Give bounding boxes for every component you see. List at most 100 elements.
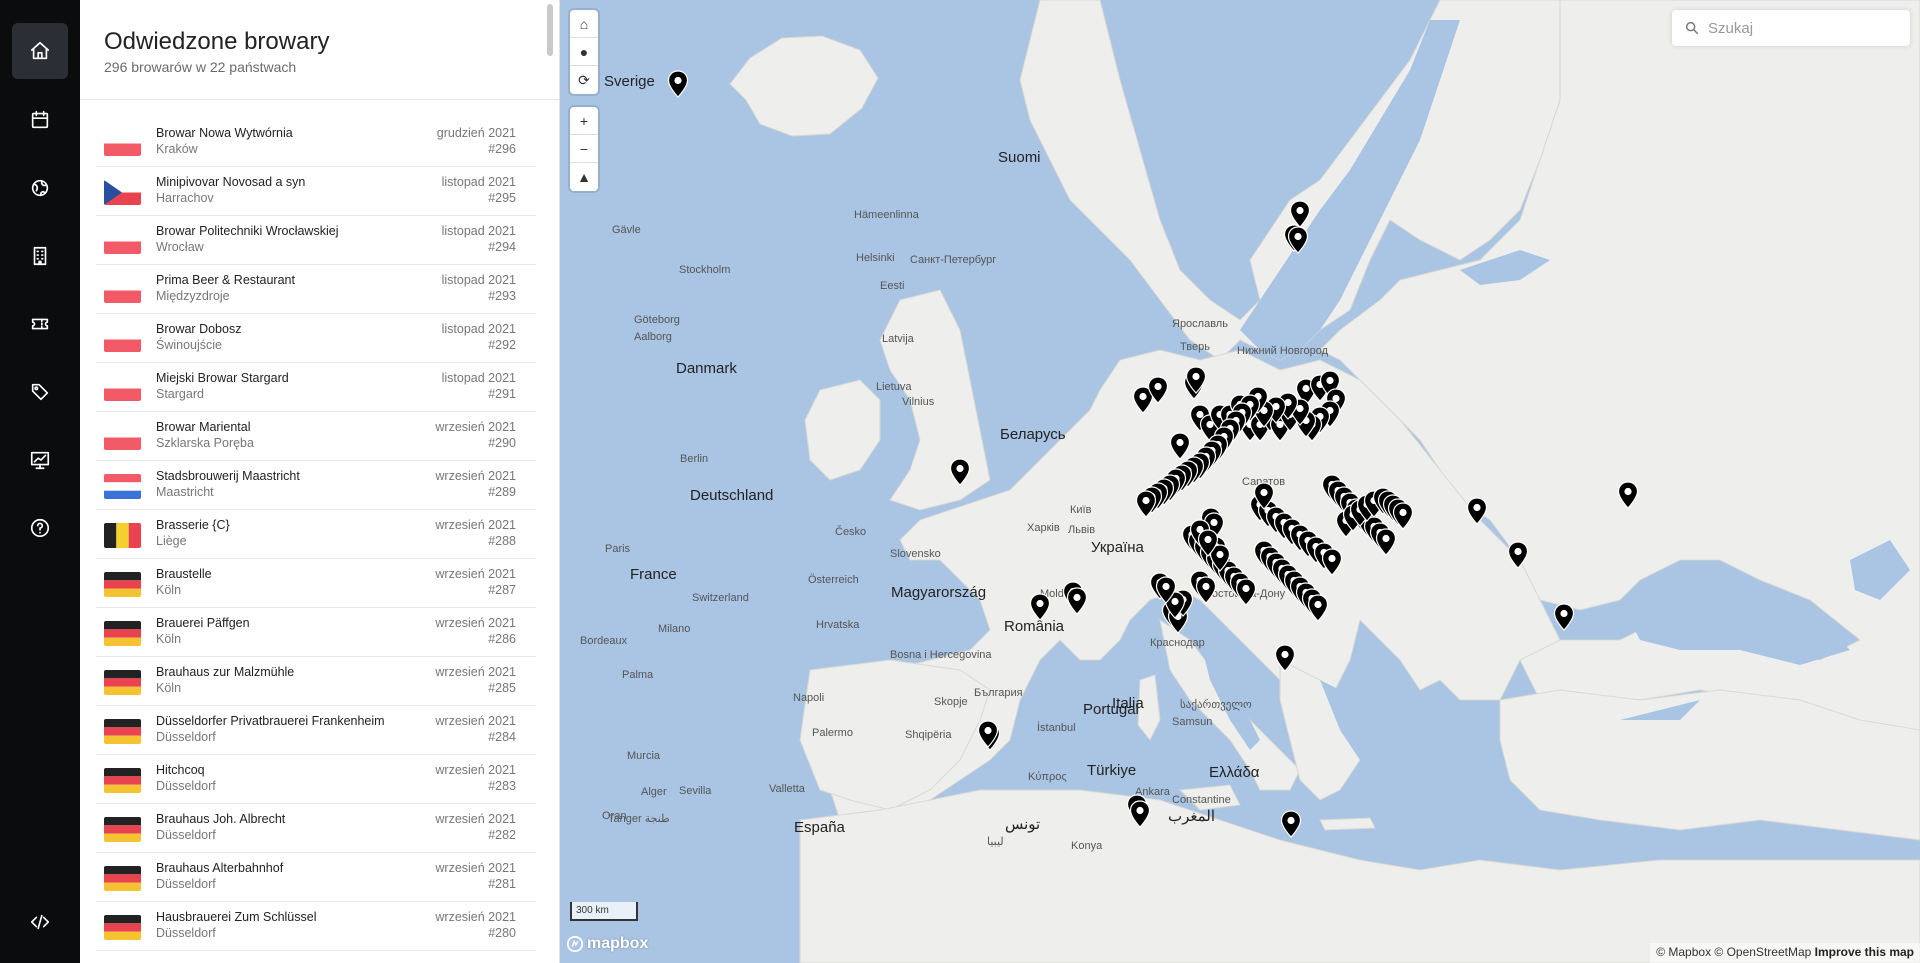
nav-help-button[interactable] (12, 500, 68, 556)
map-pin[interactable] (1135, 490, 1157, 518)
map-pin[interactable] (1235, 578, 1257, 606)
improve-map-link[interactable]: Improve this map (1815, 945, 1914, 959)
flag-icon-de (104, 915, 141, 940)
visit-number: #283 (488, 779, 516, 793)
list-item[interactable]: Brauerei Päffgen Köln wrzesień 2021 #286 (96, 608, 536, 657)
list-item[interactable]: Minipivovar Novosad a syn Harrachov listop… (96, 167, 536, 216)
map-pin[interactable] (1197, 529, 1219, 557)
list-item[interactable]: Düsseldorfer Privatbrauerei Frankenheim D… (96, 706, 536, 755)
map-label: Stockholm (679, 264, 731, 276)
brewery-name: Stadsbrouwerij Maastricht (156, 469, 300, 483)
visit-number: #290 (488, 436, 516, 450)
map-label: Санкт-Петербург (910, 254, 997, 266)
list-item[interactable]: Brauhaus zur Malzmühle Köln wrzesień 2021 #… (96, 657, 536, 706)
map-attribution: © Mapbox © OpenStreetMap Improve this ma… (1650, 943, 1920, 963)
map-pin[interactable] (1147, 376, 1169, 404)
map-label: Bordeaux (580, 635, 628, 647)
map-pin[interactable] (977, 720, 999, 748)
map-pin[interactable] (1155, 576, 1177, 604)
map-pin[interactable] (1253, 482, 1275, 510)
scrollbar[interactable] (547, 4, 553, 56)
map-pin[interactable] (1274, 644, 1296, 672)
map-label: Samsun (1172, 716, 1213, 728)
list-item[interactable]: Miejski Browar Stargard Stargard listopad … (96, 363, 536, 412)
map-basemap (729, 0, 1920, 963)
mapbox-logo[interactable]: mapbox (566, 935, 648, 953)
nav-home-button[interactable] (12, 23, 68, 79)
map-locate-button[interactable]: ● (570, 38, 598, 66)
map-label: Нижний Новгород (1237, 345, 1329, 357)
flag-icon-de (104, 719, 141, 744)
map-label: Беларусь (1000, 426, 1066, 443)
list-item[interactable]: Brasserie {C} Liège wrzesień 2021 #288 (96, 510, 536, 559)
map-label: Ярославль (1172, 318, 1228, 330)
list-item[interactable]: Hausbrauerei Zum Schlüssel Düsseldorf wrze… (96, 902, 536, 951)
visit-date: wrzesień 2021 (435, 518, 516, 532)
map-pin[interactable] (1617, 481, 1639, 509)
list-item[interactable]: Brauhaus Joh. Albrecht Düsseldorf wrzesień… (96, 804, 536, 853)
map-label: Helsinki (856, 252, 895, 264)
map-pin[interactable] (1280, 810, 1302, 838)
map-pin[interactable] (1066, 587, 1088, 615)
list-item[interactable]: Braustelle Köln wrzesień 2021 #287 (96, 559, 536, 608)
brewery-name: Braustelle (156, 567, 212, 581)
list-item[interactable]: Browar Nowa Wytwórnia Kraków grudzień 2021… (96, 118, 536, 167)
map-pin[interactable] (1321, 548, 1343, 576)
search-input[interactable] (1708, 10, 1904, 46)
map-pin[interactable] (1553, 603, 1575, 631)
zoom-in-button[interactable]: + (570, 107, 598, 135)
compass-button[interactable]: ▲ (570, 163, 598, 191)
list-item[interactable]: Prima Beer & Restaurant Międzyzdroje listo… (96, 265, 536, 314)
nav-ticket-button[interactable] (12, 296, 68, 352)
map-pin[interactable] (667, 70, 689, 98)
nav-code-button[interactable] (12, 894, 68, 950)
zoom-out-button[interactable]: − (570, 135, 598, 163)
map-pin[interactable] (1392, 502, 1414, 530)
list-item[interactable]: Stadsbrouwerij Maastricht Maastricht wrzes… (96, 461, 536, 510)
nav-calendar-button[interactable] (12, 92, 68, 148)
map-pin[interactable] (1195, 576, 1217, 604)
flag-icon-be (104, 523, 141, 548)
flag-icon-de (104, 866, 141, 891)
map-label: Львів (1068, 524, 1096, 536)
map-pin[interactable] (1029, 593, 1051, 621)
map-pin[interactable] (1466, 497, 1488, 525)
flag-icon-cz (104, 180, 141, 205)
attribution-text[interactable]: © Mapbox © OpenStreetMap (1656, 945, 1811, 959)
list-item[interactable]: Brauhaus Alterbahnhof Düsseldorf wrzesień … (96, 853, 536, 902)
map-label: Aalborg (634, 331, 672, 343)
map[interactable]: ÍslandReykjavíkSverigeSuomiNorgeOsloStoc… (560, 0, 1920, 963)
brewery-city: Düsseldorf (156, 828, 216, 842)
page-subtitle: 296 browarów w 22 państwach (104, 59, 297, 75)
map-label: Тверь (1180, 341, 1210, 353)
calendar-icon (31, 110, 49, 129)
brewery-name: Prima Beer & Restaurant (156, 273, 295, 287)
map-pin[interactable] (1375, 528, 1397, 556)
building-icon (33, 246, 47, 266)
search-icon (1685, 21, 1699, 35)
visit-date: wrzesień 2021 (435, 567, 516, 581)
scale-bar: 300 km (570, 902, 638, 921)
map-pin[interactable] (1129, 800, 1151, 828)
list-item[interactable]: Browar Mariental Szklarska Poręba wrzesień… (96, 412, 536, 461)
nav-building-button[interactable] (12, 228, 68, 284)
map-pin[interactable] (949, 458, 971, 486)
list-item[interactable]: Browar Dobosz Świnoujście listopad 2021 #29… (96, 314, 536, 363)
map-pin[interactable] (1507, 541, 1529, 569)
nav-globe-button[interactable] (12, 160, 68, 216)
map-pin[interactable] (1307, 594, 1329, 622)
map-home-button[interactable]: ⌂ (570, 10, 598, 38)
brewery-city: Kraków (156, 142, 198, 156)
map-label: France (630, 566, 677, 583)
nav-tag-button[interactable] (12, 364, 68, 420)
map-label: Göteborg (634, 314, 680, 326)
map-pin[interactable] (1185, 366, 1207, 394)
map-refresh-button[interactable]: ⟳ (570, 66, 598, 94)
map-pin[interactable] (1287, 226, 1309, 254)
list-item[interactable]: Hitchcoq Düsseldorf wrzesień 2021 #283 (96, 755, 536, 804)
chart-icon (30, 451, 50, 470)
nav-chart-button[interactable] (12, 432, 68, 488)
list-item[interactable]: Browar Politechniki Wrocławskiej Wrocław l… (96, 216, 536, 265)
visit-date: wrzesień 2021 (435, 616, 516, 630)
map-label: საქართველო (1180, 699, 1252, 711)
